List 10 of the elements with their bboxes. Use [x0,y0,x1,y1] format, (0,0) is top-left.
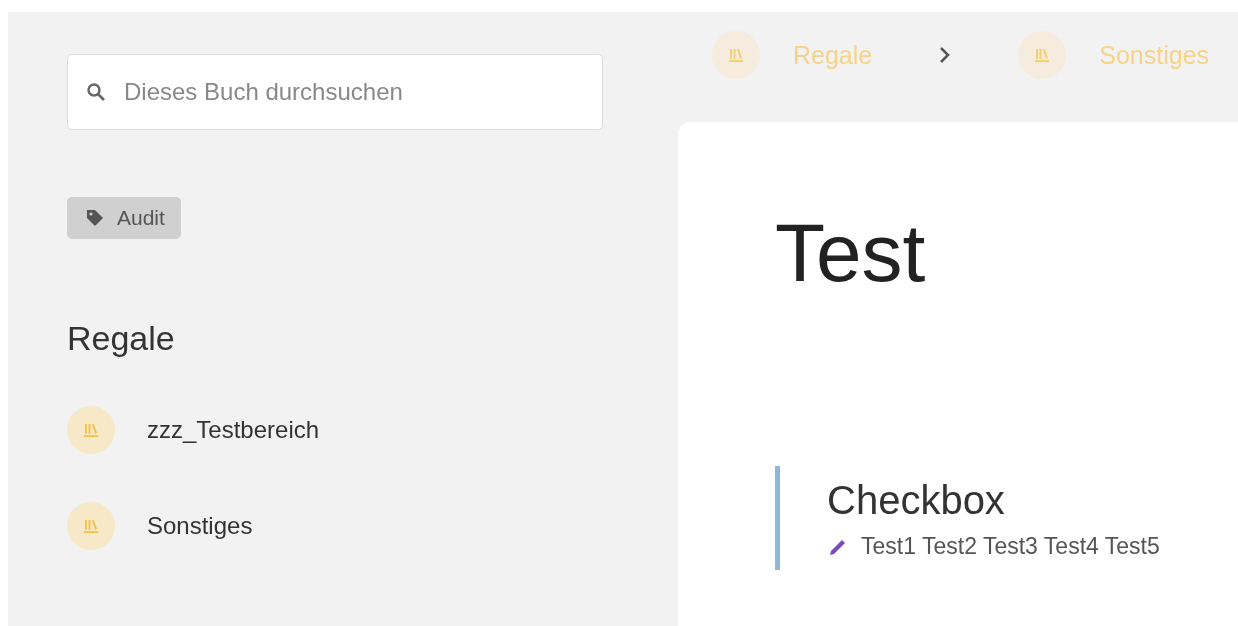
page-title: Test [775,212,927,294]
tag-chip[interactable]: Audit [67,197,181,239]
shelf-link[interactable]: Sonstiges [67,502,253,550]
search-icon [85,81,107,103]
tag-icon [85,208,105,228]
page-preview: Test1 Test2 Test3 Test4 Test5 [861,533,1160,560]
search-field[interactable]: Dieses Buch durchsuchen [67,54,603,130]
shelf-link[interactable]: zzz_Testbereich [67,406,320,454]
shelves-heading: Regale [67,319,176,358]
page-link[interactable]: Checkbox [827,478,1005,523]
